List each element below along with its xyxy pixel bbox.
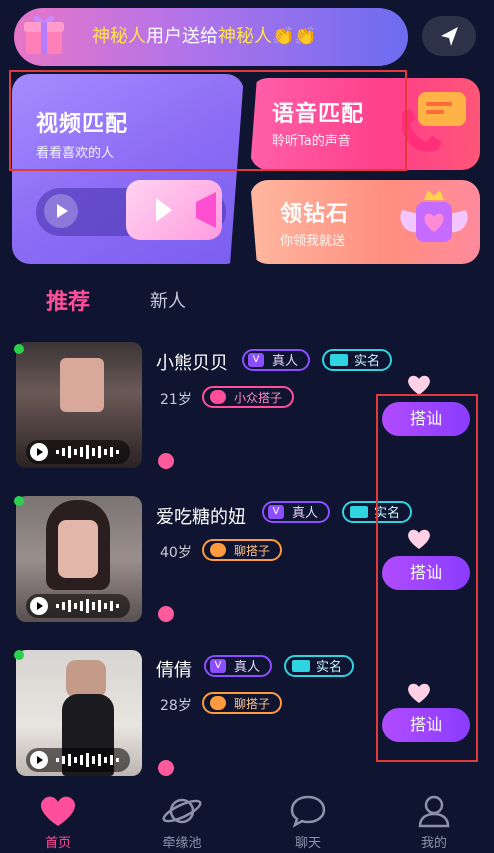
play-icon [44,194,78,228]
v-badge-icon: V [210,659,226,673]
blurred-face [66,660,106,698]
nav-profile-label[interactable]: 我的 [404,832,464,851]
blurred-face [60,358,104,412]
nav-chat[interactable] [278,794,338,832]
online-status-dot [14,496,24,506]
real-person-badge: V 真人 [242,349,311,371]
user-name: 倩倩 [156,660,192,681]
user-age: 28岁 [160,698,192,714]
planet-icon [162,798,202,824]
waveform-icon [56,599,119,613]
blurred-face [58,520,98,578]
nav-profile[interactable] [404,794,464,832]
play-icon[interactable] [30,597,48,615]
user-age: 40岁 [160,545,192,561]
lips-icon [210,390,226,404]
interest-tag: 小众搭子 [202,386,295,408]
send-arrow-icon [441,27,458,46]
v-badge-icon: V [248,353,264,367]
banner-sender: 神秘人 [92,26,146,47]
real-person-badge: V 真人 [262,501,331,523]
user-name: 爱吃糖的妞 [156,507,246,528]
tab-new-users[interactable]: 新人 [150,287,186,313]
nav-chat-label[interactable]: 聊天 [278,832,338,851]
heart-icon [406,374,432,396]
person-icon [418,795,450,828]
real-person-badge: V 真人 [204,655,273,677]
user-name: 小熊贝贝 [156,353,228,374]
interest-tag: 聊搭子 [202,692,283,714]
play-icon[interactable] [30,751,48,769]
banner-mid: 用户送给 [146,26,218,47]
waveform-icon [56,445,119,459]
voice-intro-player[interactable] [26,748,130,772]
clap-emoji: 👏👏 [272,26,317,47]
location-pin-icon [158,606,174,622]
play-icon[interactable] [30,443,48,461]
banner-message: 神秘人用户送给神秘人👏👏 [92,22,317,48]
location-pin-icon [158,760,174,776]
verified-id-badge: 实名 [284,655,355,677]
claim-diamonds-title: 领钻石 [280,202,350,227]
nav-home-label[interactable]: 首页 [28,832,88,851]
chat-tag-icon [210,696,226,710]
highlight-box-greet-buttons [376,394,478,762]
heart-icon [40,796,76,826]
id-card-icon [330,354,348,366]
id-card-icon [350,506,368,518]
tab-recommended[interactable]: 推荐 [46,284,90,316]
nav-match-pool-label[interactable]: 牵缘池 [152,832,212,851]
interest-tag: 聊搭子 [202,539,283,561]
gift-box-icon [20,10,68,58]
id-card-icon [292,660,310,672]
highlight-box-match-cards [9,70,407,171]
user-age: 21岁 [160,392,192,408]
winged-heart-icon [396,184,472,260]
send-arrow-button[interactable] [422,16,476,56]
voice-intro-player[interactable] [26,440,130,464]
voice-intro-player[interactable] [26,594,130,618]
claim-diamonds-subtitle: 你领我就送 [280,234,346,249]
v-badge-icon: V [268,505,284,519]
verified-id-badge: 实名 [322,349,393,371]
online-status-dot [14,344,24,354]
nav-match-pool[interactable] [152,794,212,832]
banner-receiver: 神秘人 [218,26,272,47]
location-pin-icon [158,453,174,469]
nav-home[interactable] [28,794,88,832]
online-status-dot [14,650,24,660]
waveform-icon [56,753,119,767]
chat-phone-icon [398,86,474,156]
chat-tag-icon [210,543,226,557]
video-camera-icon [126,180,222,240]
chat-bubble-icon [290,795,326,828]
